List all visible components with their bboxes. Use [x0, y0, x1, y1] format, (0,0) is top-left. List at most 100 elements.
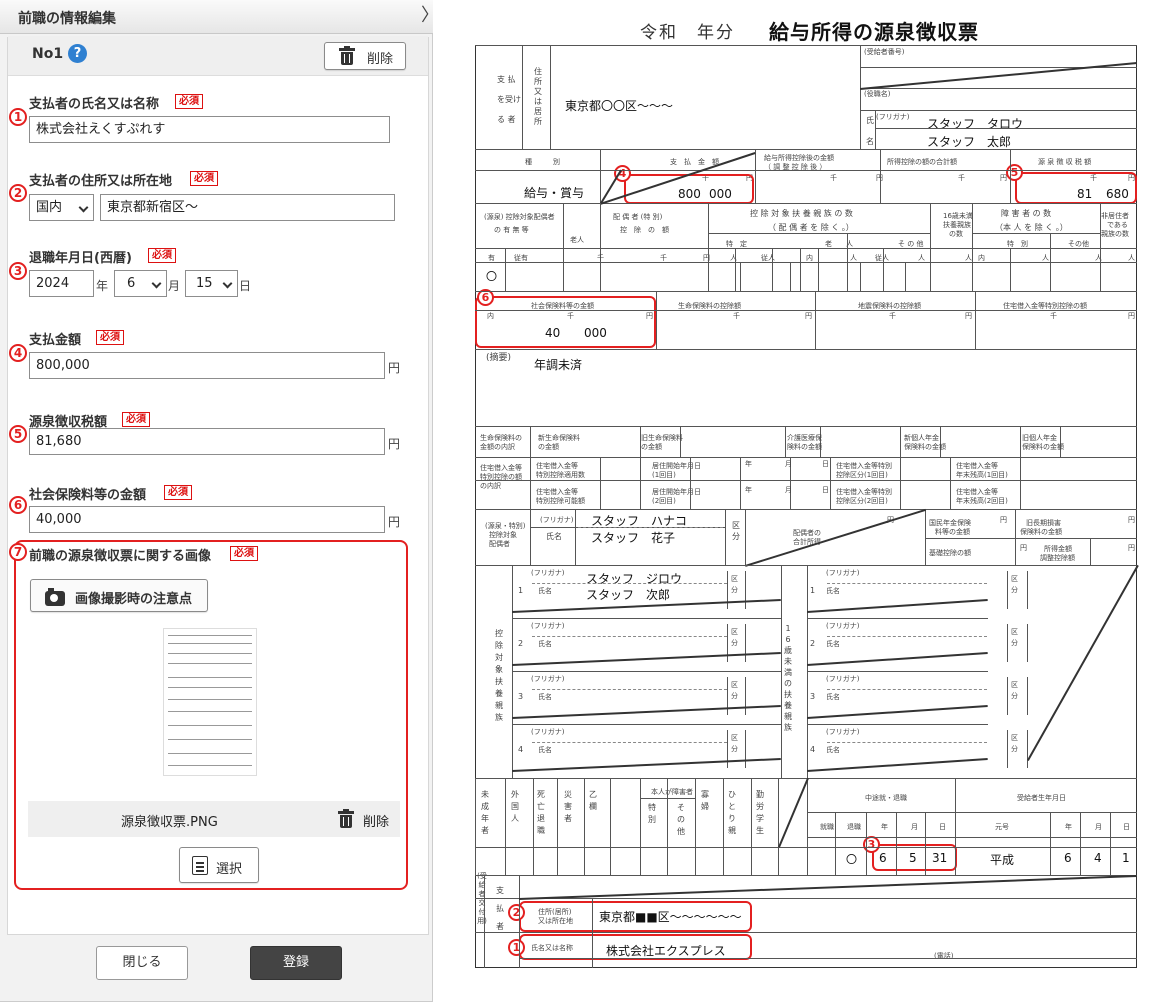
close-chevron-icon[interactable]: 〉 — [421, 4, 439, 28]
bottom-head-label: 死亡退職 — [537, 790, 545, 835]
grid-line — [740, 262, 741, 291]
under16-vertical-label: 6 — [785, 635, 791, 644]
grid-line — [667, 778, 668, 875]
after-deduction-header: 給与所得控除後の金額 — [764, 154, 834, 162]
attached-file-row: 源泉徴収票.PNG 削除 — [28, 801, 400, 837]
photo-tips-button[interactable]: 画像撮影時の注意点 — [30, 579, 208, 612]
marker-4-icon: 4 — [9, 344, 27, 362]
shimei-label: 氏名 — [826, 640, 840, 648]
dependents-vertical-label: 控 — [495, 629, 503, 638]
dependent-row-number: 4 — [518, 745, 524, 754]
grid-line — [640, 778, 641, 875]
retire-year-input[interactable]: 2024 — [29, 270, 94, 297]
payer-vertical-label: 者 — [496, 922, 504, 931]
dependents-label: 控 除 対 象 扶 養 親 族 の 数 — [750, 209, 853, 218]
grid-line — [1027, 730, 1028, 768]
grid-line — [735, 248, 736, 291]
count-unit-label: 人 — [850, 254, 857, 262]
grid-line — [475, 426, 1137, 427]
kubun-label: 区 — [1011, 734, 1018, 742]
select-file-button[interactable]: 選択 — [179, 847, 259, 883]
grid-line — [475, 457, 1137, 458]
marker-7-icon: 7 — [9, 543, 27, 561]
grid-line — [1020, 426, 1021, 457]
under16-vertical-label: の — [784, 679, 792, 688]
country-select[interactable]: 国内 — [29, 194, 94, 221]
grid-line — [950, 457, 951, 509]
payer-name-input[interactable]: 株式会社えくすぷれす — [29, 116, 390, 143]
bottom-head-label: 勤労学生 — [756, 790, 764, 835]
file-delete-label[interactable]: 削除 — [363, 811, 389, 830]
marker-3-icon: 3 — [9, 262, 27, 280]
housing-breakdown-label: 住宅借入金等特別 — [836, 462, 892, 470]
dashed-line — [578, 527, 723, 528]
dependents-vertical-label: 象 — [495, 665, 503, 674]
grid-line — [1007, 677, 1008, 715]
help-icon[interactable]: ? — [68, 44, 87, 63]
grid-line — [785, 426, 786, 457]
trash-icon[interactable] — [338, 809, 354, 828]
bottom-head-label: 寡婦 — [701, 790, 709, 811]
grid-line — [550, 45, 551, 149]
grid-line — [610, 778, 611, 875]
insurance-label: 社会保険料等の金額 — [29, 488, 147, 503]
payer-address-input[interactable]: 東京都新宿区～ — [100, 194, 395, 221]
kubun-label: 区 — [731, 734, 738, 742]
marker-6-icon: 6 — [9, 496, 27, 514]
dependents-sub-label: （ 配 偶 者 を 除 く 。） — [768, 223, 854, 232]
chevron-down-icon — [151, 278, 162, 289]
count-unit-label: 従人 — [875, 254, 889, 262]
life-breakdown-label: の金額 — [538, 443, 559, 451]
day-unit: 日 — [239, 279, 252, 293]
quake-label: 地震保険料の控除額 — [858, 302, 921, 310]
dependent-row-number: 1 — [518, 586, 524, 595]
grid-line — [830, 457, 831, 509]
image-section-label: 前職の源泉徴収票に関する画像 — [29, 549, 212, 564]
juari-label: 従有 — [514, 254, 528, 262]
delete-record-button[interactable]: 削除 — [324, 42, 406, 70]
mei-label: 名 — [866, 137, 874, 146]
kubun-label: 分 — [731, 639, 738, 647]
kubun-label: 分 — [731, 692, 738, 700]
shimei-label: 氏名 — [826, 746, 840, 754]
retire-month-select[interactable]: 6 — [114, 270, 167, 297]
grid-line — [512, 618, 781, 619]
nen-label: 年 — [1065, 823, 1072, 831]
grid-line — [727, 730, 728, 768]
gengo-label: 元号 — [995, 823, 1009, 831]
furigana-label: (フリガナ) — [826, 622, 860, 630]
insurance-input[interactable]: 40,000 — [29, 506, 385, 533]
housing-breakdown-label: 特別控除の額 — [480, 473, 522, 481]
panel-title: 前職の情報編集 — [18, 11, 116, 27]
mid-year-label: 中途就・退職 — [865, 794, 907, 802]
furigana-label: (フリガナ) — [826, 728, 860, 736]
retire-day-select[interactable]: 15 — [185, 270, 238, 297]
document-icon — [192, 856, 208, 875]
count-unit-label: 人 — [1128, 254, 1135, 262]
register-button[interactable]: 登録 — [250, 946, 342, 980]
grid-line — [955, 812, 956, 875]
withholding-input[interactable]: 81,680 — [29, 428, 385, 455]
doc-title-era: 令和 — [640, 23, 678, 43]
grid-line — [807, 724, 988, 725]
dependent-1-name: スタッフ 次郎 — [586, 588, 671, 602]
grid-line — [745, 730, 746, 768]
bottom-head-label: 外国人 — [511, 790, 519, 823]
spouse-special-amt-label: 控 除 の 額 — [620, 226, 669, 234]
payment-input[interactable]: 800,000 — [29, 352, 385, 379]
housing-breakdown-label: 居住開始年月日 — [652, 462, 701, 470]
sen-unit: 千 — [733, 312, 740, 320]
kubun-label: 区 — [731, 575, 738, 583]
bottom-head-label: 災害者 — [564, 790, 572, 823]
grid-line — [1050, 248, 1051, 291]
dashed-line — [827, 742, 987, 743]
housing-breakdown-label: 特別控除適用数 — [536, 471, 585, 479]
remarks-label: (摘要) — [486, 353, 512, 363]
close-button[interactable]: 閉じる — [96, 946, 188, 980]
payer-name-label: 支払者の氏名又は名称 — [29, 97, 160, 112]
kubun-label: 分 — [731, 745, 738, 753]
dependent-1-kana: スタッフ ジロウ — [586, 572, 683, 586]
disabled-sub-label: （本 人 を 除 く 。） — [995, 223, 1068, 232]
furigana-label: (フリガナ) — [531, 569, 565, 577]
under16-b-label: 扶養親族 — [943, 221, 971, 229]
